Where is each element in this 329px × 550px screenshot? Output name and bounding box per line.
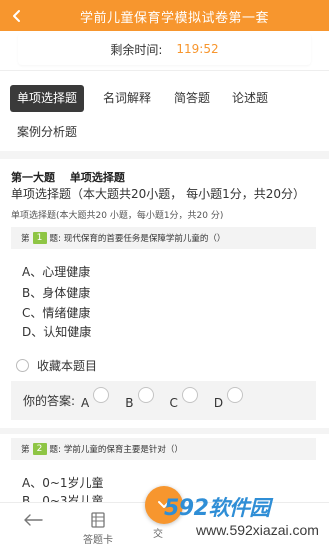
answer-option-b[interactable]: B bbox=[125, 387, 154, 410]
title-bar: 学前儿童保育学模拟试卷第一套 bbox=[0, 0, 329, 31]
question-suffix: 题: bbox=[49, 234, 61, 244]
answer-card-label: 答题卡 bbox=[83, 535, 113, 546]
answer-letter: B bbox=[125, 396, 134, 410]
favorite-radio-icon bbox=[16, 359, 29, 372]
answer-letter: C bbox=[169, 396, 178, 410]
question-prefix: 第 bbox=[21, 234, 30, 244]
favorite-toggle[interactable]: 收藏本题目 bbox=[16, 357, 97, 374]
divider bbox=[0, 70, 329, 71]
question-prefix: 第 bbox=[21, 445, 30, 455]
question-suffix: 题: bbox=[49, 445, 61, 455]
answer-option-c[interactable]: C bbox=[169, 387, 198, 410]
arrow-left-icon bbox=[24, 514, 43, 526]
radio-circle-icon bbox=[137, 387, 154, 403]
answer-letter: A bbox=[81, 396, 90, 410]
answer-card-icon bbox=[91, 512, 105, 528]
radio-circle-icon bbox=[227, 387, 244, 403]
watermark-logo: 592软件园 www.592xiazai.com bbox=[164, 492, 324, 548]
watermark-brand: 592软件园 bbox=[164, 492, 270, 522]
watermark-brand-cn: 软件园 bbox=[208, 496, 270, 520]
section-description: 单项选择题(本大题共20 小题，每小题1分，共20 分) bbox=[11, 211, 224, 221]
option-a[interactable]: A、0~1岁儿童 bbox=[22, 474, 104, 491]
timer-value: 119:52 bbox=[176, 42, 219, 56]
answer-letter: D bbox=[213, 396, 224, 410]
option-c[interactable]: C、情绪健康 bbox=[22, 304, 90, 321]
radio-circle-icon bbox=[181, 387, 198, 403]
tab-case-analysis[interactable]: 案例分析题 bbox=[10, 119, 84, 146]
timer: 剩余时间: 119:52 bbox=[18, 33, 311, 65]
tab-essay[interactable]: 论述题 bbox=[224, 85, 276, 112]
chevron-left-icon bbox=[13, 10, 20, 22]
question-text: 学前儿童的保育主要是针对（） bbox=[63, 445, 183, 455]
section-separator bbox=[0, 151, 329, 159]
tab-single-choice[interactable]: 单项选择题 bbox=[10, 85, 84, 112]
favorite-label: 收藏本题目 bbox=[37, 359, 98, 373]
question-text: 现代保育的首要任务是保障学前儿童的（） bbox=[63, 234, 226, 244]
tab-term-explanation[interactable]: 名词解释 bbox=[94, 85, 160, 112]
question-separator bbox=[0, 428, 329, 434]
answer-label: 你的答案: bbox=[23, 394, 76, 408]
option-a[interactable]: A、心理健康 bbox=[22, 263, 90, 280]
page-title: 学前儿童保育学模拟试卷第一套 bbox=[79, 11, 269, 26]
section-title: 第一大题 单项选择题 bbox=[11, 171, 125, 184]
answer-option-d[interactable]: D bbox=[213, 387, 244, 410]
back-button[interactable] bbox=[6, 5, 28, 27]
prev-button[interactable] bbox=[18, 509, 48, 531]
question-number-badge: 2 bbox=[32, 443, 47, 455]
option-b[interactable]: B、0~3岁儿童 bbox=[22, 492, 104, 502]
question-number-badge: 1 bbox=[32, 232, 47, 244]
radio-circle-icon bbox=[93, 387, 110, 403]
answer-card-button[interactable]: 答题卡 bbox=[78, 509, 118, 546]
tab-short-answer[interactable]: 简答题 bbox=[166, 85, 218, 112]
timer-label: 剩余时间: bbox=[110, 42, 163, 57]
answer-option-a[interactable]: A bbox=[81, 387, 110, 410]
watermark-url: www.592xiazai.com bbox=[196, 522, 319, 538]
option-b[interactable]: B、身体健康 bbox=[22, 284, 90, 301]
option-d[interactable]: D、认知健康 bbox=[22, 323, 91, 340]
question-header: 第 1 题: 现代保育的首要任务是保障学前儿童的（） bbox=[11, 227, 316, 249]
section-subtitle: 单项选择题（本大题共20小题， 每小题1分，共20分） bbox=[11, 187, 305, 201]
watermark-digits: 592 bbox=[164, 496, 209, 521]
question-header: 第 2 题: 学前儿童的保育主要是针对（） bbox=[11, 438, 316, 460]
answer-selector: 你的答案: A B C D bbox=[11, 381, 316, 420]
